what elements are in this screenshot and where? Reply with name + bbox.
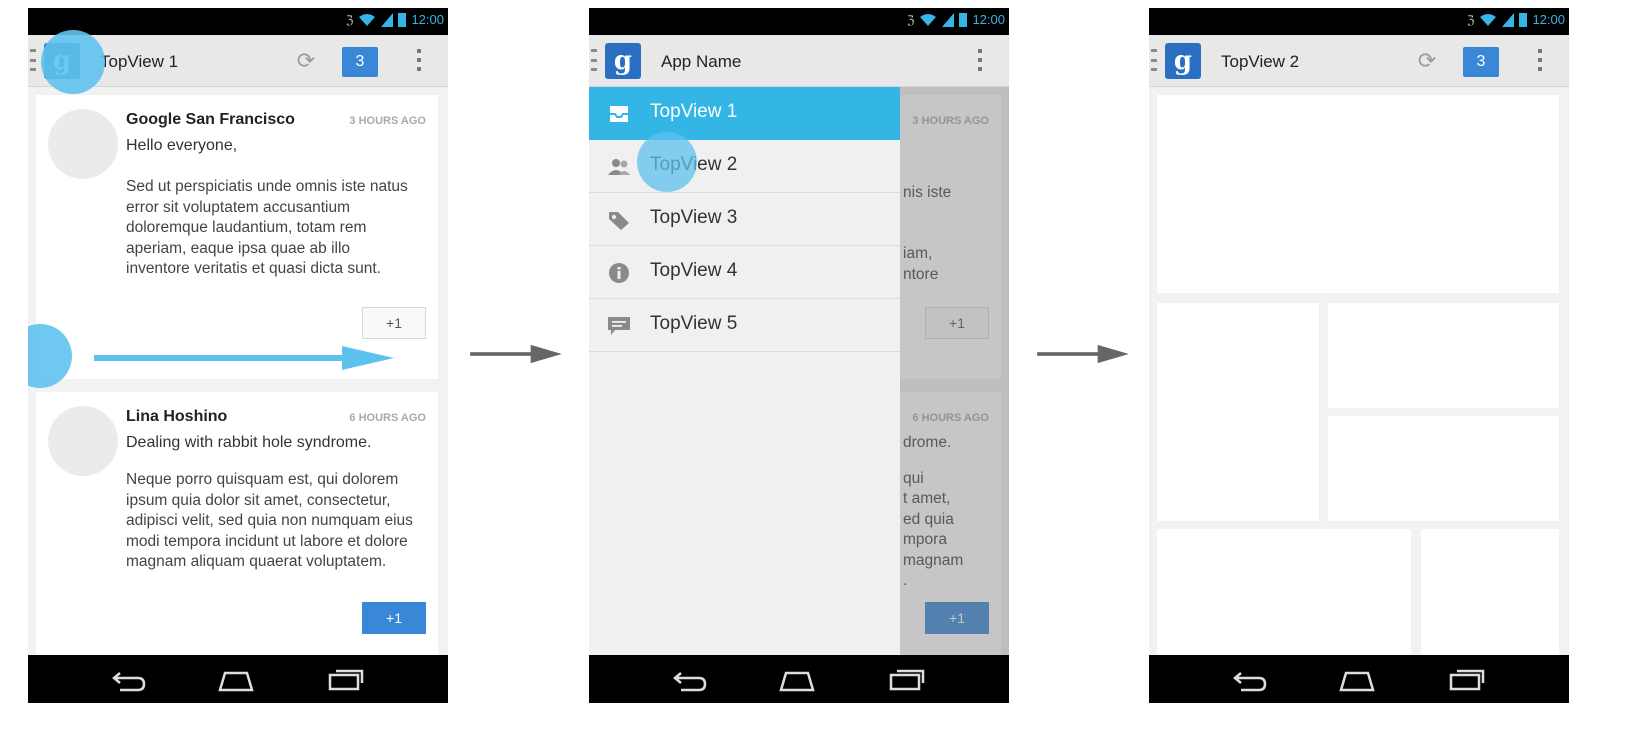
refresh-icon[interactable]: ⟳ bbox=[1415, 49, 1439, 73]
signal-icon bbox=[381, 12, 394, 27]
drawer-indicator-icon[interactable] bbox=[30, 49, 36, 71]
drawer-indicator-icon[interactable] bbox=[591, 49, 597, 71]
content-tile[interactable] bbox=[1328, 303, 1559, 408]
back-icon[interactable] bbox=[1229, 665, 1269, 693]
drawer-item-topview-5[interactable]: TopView 5 bbox=[589, 299, 900, 352]
drawer-item-topview-2[interactable]: TopView 2 bbox=[589, 140, 900, 193]
post-body: Sed ut perspiciatis unde omnis iste natu… bbox=[126, 178, 408, 277]
post-author: Lina Hoshino bbox=[126, 408, 228, 425]
drawer-item-label: TopView 3 bbox=[650, 207, 738, 228]
people-icon bbox=[608, 159, 630, 175]
content-tile[interactable] bbox=[1157, 95, 1559, 293]
content-tile[interactable] bbox=[1157, 529, 1411, 655]
phone-screen-drawer-open: ℨ 12:00 g App Name 3 HOURS AGO nis iste … bbox=[589, 8, 1009, 703]
clock: 12:00 bbox=[972, 12, 1005, 27]
phone-screen-topview-1: ℨ 12:00 g TopView 1 ⟳ 3 Google San Franc… bbox=[28, 8, 448, 703]
navigation-bar bbox=[589, 655, 1009, 703]
content-tile[interactable] bbox=[1328, 416, 1559, 521]
flow-arrow-icon bbox=[470, 344, 562, 364]
phone-screen-topview-2: ℨ 12:00 g TopView 2 ⟳ 3 bbox=[1149, 8, 1569, 703]
recents-icon[interactable] bbox=[326, 665, 366, 693]
battery-icon bbox=[1519, 12, 1528, 27]
drawer-item-topview-4[interactable]: TopView 4 bbox=[589, 246, 900, 299]
status-bar: ℨ 12:00 bbox=[1149, 8, 1569, 35]
bluetooth-icon: ℨ bbox=[346, 12, 354, 27]
battery-icon bbox=[959, 12, 968, 27]
action-bar-title: TopView 2 bbox=[1221, 52, 1300, 71]
chat-icon bbox=[608, 317, 630, 335]
inbox-icon bbox=[610, 106, 628, 122]
navigation-bar bbox=[1149, 655, 1569, 703]
home-icon[interactable] bbox=[1337, 665, 1377, 693]
drawer-item-topview-1[interactable]: TopView 1 bbox=[589, 87, 900, 140]
bluetooth-icon: ℨ bbox=[907, 12, 915, 27]
overflow-menu-icon[interactable] bbox=[1537, 49, 1543, 71]
wifi-icon bbox=[359, 13, 376, 26]
post-time: 6 HOURS AGO bbox=[349, 412, 426, 424]
home-icon[interactable] bbox=[777, 665, 817, 693]
action-bar-title: App Name bbox=[661, 52, 742, 71]
action-bar: g TopView 2 ⟳ 3 bbox=[1149, 35, 1569, 87]
back-icon[interactable] bbox=[108, 665, 148, 693]
action-bar-title: TopView 1 bbox=[100, 52, 179, 71]
battery-icon bbox=[398, 12, 407, 27]
info-icon bbox=[609, 263, 629, 283]
bluetooth-icon: ℨ bbox=[1467, 12, 1475, 27]
drawer-item-label: TopView 1 bbox=[650, 101, 738, 122]
touch-indicator bbox=[637, 132, 697, 192]
recents-icon[interactable] bbox=[887, 665, 927, 693]
avatar bbox=[48, 109, 118, 179]
overflow-menu-icon[interactable] bbox=[416, 49, 422, 71]
clock: 12:00 bbox=[1532, 12, 1565, 27]
navigation-bar bbox=[28, 655, 448, 703]
recents-icon[interactable] bbox=[1447, 665, 1487, 693]
post-subject: Hello everyone, bbox=[126, 137, 238, 154]
swipe-arrow-icon bbox=[94, 346, 394, 370]
post-card[interactable]: Lina Hoshino 6 HOURS AGO Dealing with ra… bbox=[36, 392, 438, 655]
post-author: Google San Francisco bbox=[126, 111, 295, 128]
drawer-item-label: TopView 4 bbox=[650, 260, 738, 281]
drawer-item-topview-3[interactable]: TopView 3 bbox=[589, 193, 900, 246]
content-tile[interactable] bbox=[1421, 529, 1559, 655]
plus-one-button[interactable]: +1 bbox=[362, 307, 426, 339]
overflow-menu-icon[interactable] bbox=[977, 49, 983, 71]
back-icon[interactable] bbox=[669, 665, 709, 693]
home-icon[interactable] bbox=[216, 665, 256, 693]
plus-one-button[interactable]: +1 bbox=[362, 602, 426, 634]
refresh-icon[interactable]: ⟳ bbox=[294, 49, 318, 73]
avatar bbox=[48, 406, 118, 476]
app-logo-icon[interactable]: g bbox=[1165, 43, 1201, 79]
action-bar: g App Name bbox=[589, 35, 1009, 87]
app-logo-icon[interactable]: g bbox=[605, 43, 641, 79]
navigation-drawer: TopView 1 TopView 2 TopView 3 TopView 4 … bbox=[589, 87, 900, 655]
count-badge-button[interactable]: 3 bbox=[1463, 47, 1499, 77]
signal-icon bbox=[1502, 12, 1515, 27]
tag-icon bbox=[609, 212, 629, 230]
drawer-item-label: TopView 5 bbox=[650, 313, 738, 334]
drawer-indicator-icon[interactable] bbox=[1151, 49, 1157, 71]
clock: 12:00 bbox=[411, 12, 444, 27]
count-badge-button[interactable]: 3 bbox=[342, 47, 378, 77]
wifi-icon bbox=[920, 13, 937, 26]
signal-icon bbox=[942, 12, 955, 27]
content-tile[interactable] bbox=[1157, 303, 1319, 521]
flow-arrow-icon bbox=[1037, 344, 1129, 364]
post-subject: Dealing with rabbit hole syndrome. bbox=[126, 434, 372, 451]
post-card[interactable]: Google San Francisco 3 HOURS AGO Hello e… bbox=[36, 95, 438, 379]
wifi-icon bbox=[1480, 13, 1497, 26]
touch-indicator bbox=[41, 30, 105, 94]
status-bar: ℨ 12:00 bbox=[28, 8, 448, 35]
status-bar: ℨ 12:00 bbox=[589, 8, 1009, 35]
post-time: 3 HOURS AGO bbox=[349, 115, 426, 127]
post-body: Neque porro quisquam est, qui dolorem ip… bbox=[126, 471, 413, 570]
